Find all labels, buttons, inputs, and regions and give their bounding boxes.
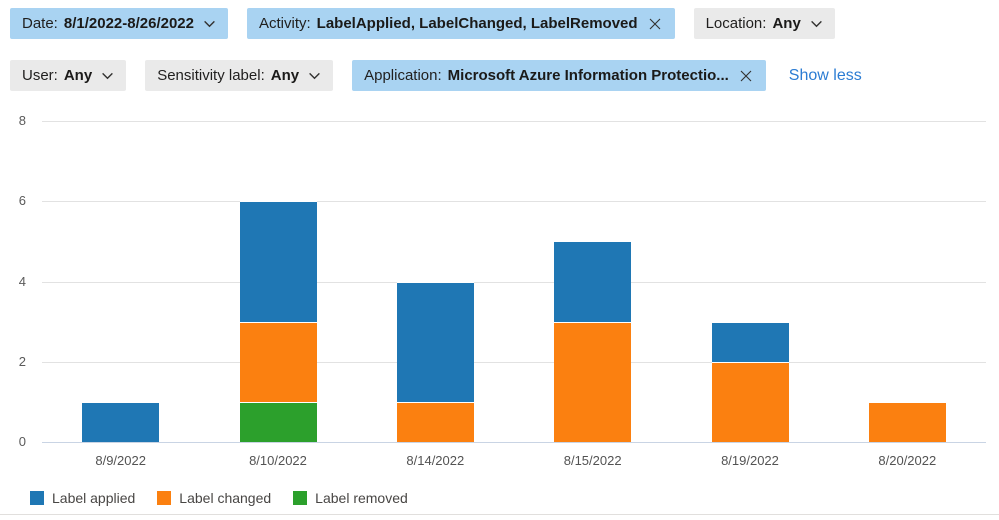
y-axis-tick-label: 2 [18, 353, 26, 369]
bar-segment-label-applied[interactable] [82, 401, 160, 442]
bar-segment-label-applied[interactable] [239, 201, 317, 322]
chart-legend: Label applied Label changed Label removed [30, 490, 408, 506]
filter-user[interactable]: User: Any [10, 60, 127, 91]
filter-location-label: Location: [705, 15, 767, 32]
legend-swatch-label-applied [30, 491, 44, 505]
gridline [42, 281, 986, 283]
x-axis-label: 8/20/2022 [878, 453, 937, 468]
filter-bar-row-2: User: Any Sensitivity label: Any Applica… [10, 60, 862, 91]
bar-segment-label-applied[interactable] [396, 281, 474, 402]
bar-segment-label-changed[interactable] [239, 321, 317, 402]
filter-activity-value: LabelApplied, LabelChanged, LabelRemoved [316, 15, 638, 32]
filter-location-value: Any [772, 15, 801, 32]
filter-location[interactable]: Location: Any [693, 8, 835, 39]
filter-date-value: 8/1/2022-8/26/2022 [63, 15, 194, 32]
y-axis-tick-label: 0 [18, 434, 26, 449]
bar-segment-label-changed[interactable] [554, 321, 632, 442]
remove-application-filter-button[interactable] [738, 68, 754, 84]
close-icon [740, 70, 752, 82]
chevron-down-icon [101, 69, 114, 82]
close-icon [649, 18, 661, 30]
x-axis-line [42, 442, 986, 443]
filter-bar-row-1: Date: 8/1/2022-8/26/2022 Activity: Label… [10, 8, 835, 39]
filter-sensitivity-label[interactable]: Sensitivity label: Any [145, 60, 334, 91]
gridline [42, 121, 986, 122]
x-axis-label: 8/10/2022 [249, 453, 307, 468]
legend-item-label-changed: Label changed [157, 490, 271, 506]
y-axis-tick-label: 6 [18, 193, 26, 209]
legend-label: Label removed [315, 490, 408, 506]
filter-user-label: User: [22, 67, 58, 84]
legend-item-label-removed: Label removed [293, 490, 408, 506]
filter-activity-label: Activity: [258, 15, 311, 32]
x-axis-label: 8/14/2022 [406, 453, 465, 468]
bar-segment-label-applied[interactable] [711, 321, 789, 362]
chevron-down-icon [203, 17, 216, 30]
x-axis-label: 8/15/2022 [563, 453, 622, 468]
legend-label: Label changed [179, 490, 272, 506]
activity-explorer-panel: Date: 8/1/2022-8/26/2022 Activity: Label… [0, 0, 999, 520]
bar-chart: 0 2 4 6 8 8/9/2022 8/10/2022 8/14/2022 8/15/2022… [0, 105, 999, 520]
filter-activity[interactable]: Activity: LabelApplied, LabelChanged, La… [246, 8, 675, 39]
x-axis-label: 8/19/2022 [721, 453, 779, 468]
legend-swatch-label-changed [157, 491, 172, 505]
chevron-down-icon [810, 17, 823, 30]
filter-application-label: Application: [364, 67, 442, 84]
filter-date-label: Date: [22, 15, 58, 32]
filter-date[interactable]: Date: 8/1/2022-8/26/2022 [10, 8, 228, 39]
y-axis-tick-label: 4 [18, 273, 26, 289]
x-axis-label: 8/9/2022 [95, 453, 146, 468]
bar-segment-label-applied[interactable] [554, 241, 632, 322]
legend-label: Label applied [52, 490, 136, 506]
bar-segment-label-changed[interactable] [396, 401, 474, 442]
remove-activity-filter-button[interactable] [647, 16, 663, 32]
chevron-down-icon [308, 69, 321, 82]
y-axis-tick-label: 8 [18, 113, 26, 128]
bottom-divider [0, 514, 999, 515]
filter-sensitivity-label-value: Any [270, 67, 300, 84]
bar-segment-label-removed[interactable] [239, 401, 317, 442]
legend-swatch-label-removed [293, 491, 308, 505]
filter-user-value: Any [63, 67, 93, 84]
filter-sensitivity-label-label: Sensitivity label: [157, 67, 265, 84]
legend-item-label-applied: Label applied [30, 490, 135, 506]
filter-application[interactable]: Application: Microsoft Azure Information… [352, 60, 766, 91]
filter-application-value: Microsoft Azure Information Protectio... [447, 67, 729, 84]
gridline [42, 361, 986, 363]
gridline [42, 201, 986, 203]
show-less-link[interactable]: Show less [789, 60, 862, 91]
bar-segment-label-changed[interactable] [868, 401, 946, 442]
bar-segment-label-changed[interactable] [711, 361, 789, 442]
